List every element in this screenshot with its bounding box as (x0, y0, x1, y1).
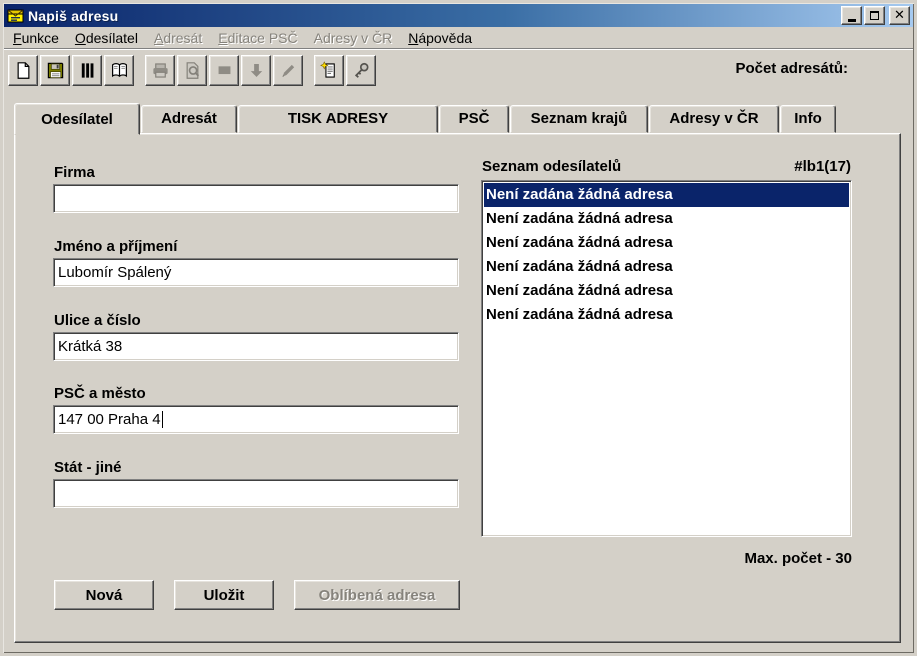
new-document-icon (17, 61, 29, 79)
download-arrow-icon (250, 63, 262, 77)
print-preview-button[interactable] (177, 54, 207, 86)
download-button[interactable] (241, 54, 271, 86)
pencil-icon (282, 64, 294, 77)
new-note-icon (319, 60, 335, 78)
psc-mesto-input[interactable]: 147 00 Praha 4 (53, 405, 459, 434)
field-jmeno: Jméno a příjmení Lubomír Spálený (53, 238, 459, 287)
field-stat: Stát - jiné (53, 459, 459, 508)
tab-odesilatel[interactable]: Odesílatel (14, 103, 140, 135)
new-document-button[interactable] (8, 54, 38, 86)
menu-odesilatel[interactable]: Odesílatel (67, 28, 146, 48)
ulice-label: Ulice a číslo (54, 312, 141, 329)
stop-icon (218, 65, 230, 74)
list-item[interactable]: Není zadána žádná adresa (484, 231, 849, 255)
field-psc-mesto: PSČ a město 147 00 Praha 4 (53, 385, 459, 434)
tab-page-odesilatel: Firma Jméno a příjmení Lubomír Spálený U… (14, 133, 901, 643)
firma-label: Firma (54, 164, 95, 181)
maximize-icon (870, 11, 879, 20)
tabstrip: Odesílatel Adresát TISK ADRESY PSČ Sezna… (14, 101, 914, 135)
menu-napoveda[interactable]: Nápověda (400, 28, 480, 48)
recipient-count-label: Počet adresátů: (735, 60, 848, 77)
book-button[interactable] (104, 54, 134, 86)
list-item[interactable]: Není zadána žádná adresa (484, 303, 849, 327)
print-icon (152, 62, 168, 78)
stat-input[interactable] (53, 479, 459, 508)
tab-seznam-kraju[interactable]: Seznam krajů (510, 105, 648, 133)
sender-list-badge: #lb1(17) (794, 158, 851, 175)
stat-label: Stát - jiné (54, 459, 122, 476)
jmeno-label: Jméno a příjmení (54, 238, 178, 255)
ulozit-button[interactable]: Uložit (174, 580, 274, 610)
new-note-button[interactable] (314, 54, 344, 86)
sender-list-title: Seznam odesílatelů (482, 158, 622, 175)
minimize-button[interactable] (841, 6, 862, 25)
menu-adresat[interactable]: Adresát (146, 28, 210, 48)
firma-input[interactable] (53, 184, 459, 213)
tab-psc[interactable]: PSČ (439, 105, 509, 133)
window-title: Napiš adresu (28, 7, 119, 24)
menu-editace-psc[interactable]: Editace PSČ (210, 28, 305, 48)
key-button[interactable] (346, 54, 376, 86)
menu-funkce[interactable]: Funkce (5, 28, 67, 48)
jmeno-input[interactable]: Lubomír Spálený (53, 258, 459, 287)
envelope-app-icon (7, 9, 24, 22)
save-icon (47, 62, 63, 78)
jmeno-value: Lubomír Spálený (58, 264, 172, 281)
list-item[interactable]: Není zadána žádná adresa (484, 279, 849, 303)
sender-listbox[interactable]: Není zadána žádná adresa Není zadána žád… (481, 180, 852, 537)
ulice-value: Krátká 38 (58, 338, 123, 355)
print-preview-icon (186, 61, 199, 79)
max-count-note: Max. počet - 30 (744, 550, 852, 567)
minimize-icon (847, 18, 856, 22)
list-item[interactable]: Není zadána žádná adresa (484, 183, 849, 207)
close-button[interactable]: ✕ (889, 6, 910, 25)
text-caret (161, 411, 163, 428)
print-button[interactable] (145, 54, 175, 86)
psc-mesto-value: 147 00 Praha 4 (58, 411, 161, 428)
columns-icon (81, 62, 93, 78)
book-icon (111, 62, 127, 77)
titlebar[interactable]: Napiš adresu ✕ (4, 4, 913, 27)
menu-adresy-v-cr[interactable]: Adresy v ČR (306, 28, 401, 48)
menubar: Funkce Odesílatel Adresát Editace PSČ Ad… (3, 27, 914, 48)
maximize-button[interactable] (864, 6, 885, 25)
edit-button[interactable] (273, 54, 303, 86)
oblibena-adresa-button[interactable]: Oblíbená adresa (294, 580, 460, 610)
nova-button[interactable]: Nová (54, 580, 154, 610)
toolbar: Počet adresátů: (3, 50, 914, 90)
psc-mesto-label: PSČ a město (54, 385, 146, 402)
key-icon (354, 62, 369, 78)
list-item[interactable]: Není zadána žádná adresa (484, 207, 849, 231)
ulice-input[interactable]: Krátká 38 (53, 332, 459, 361)
field-ulice: Ulice a číslo Krátká 38 (53, 312, 459, 361)
tab-info[interactable]: Info (780, 105, 836, 133)
tab-adresy-v-cr[interactable]: Adresy v ČR (649, 105, 779, 133)
list-item[interactable]: Není zadána žádná adresa (484, 255, 849, 279)
save-button[interactable] (40, 54, 70, 86)
sender-list-section: Seznam odesílatelů #lb1(17) Není zadána … (481, 158, 852, 567)
columns-button[interactable] (72, 54, 102, 86)
field-firma: Firma (53, 164, 459, 213)
app-window: Napiš adresu ✕ Funkce Odesílatel Adresát… (0, 0, 917, 656)
tab-tisk-adresy[interactable]: TISK ADRESY (238, 105, 438, 133)
tab-adresat[interactable]: Adresát (141, 105, 237, 133)
stop-button[interactable] (209, 54, 239, 86)
close-icon: ✕ (894, 8, 905, 23)
